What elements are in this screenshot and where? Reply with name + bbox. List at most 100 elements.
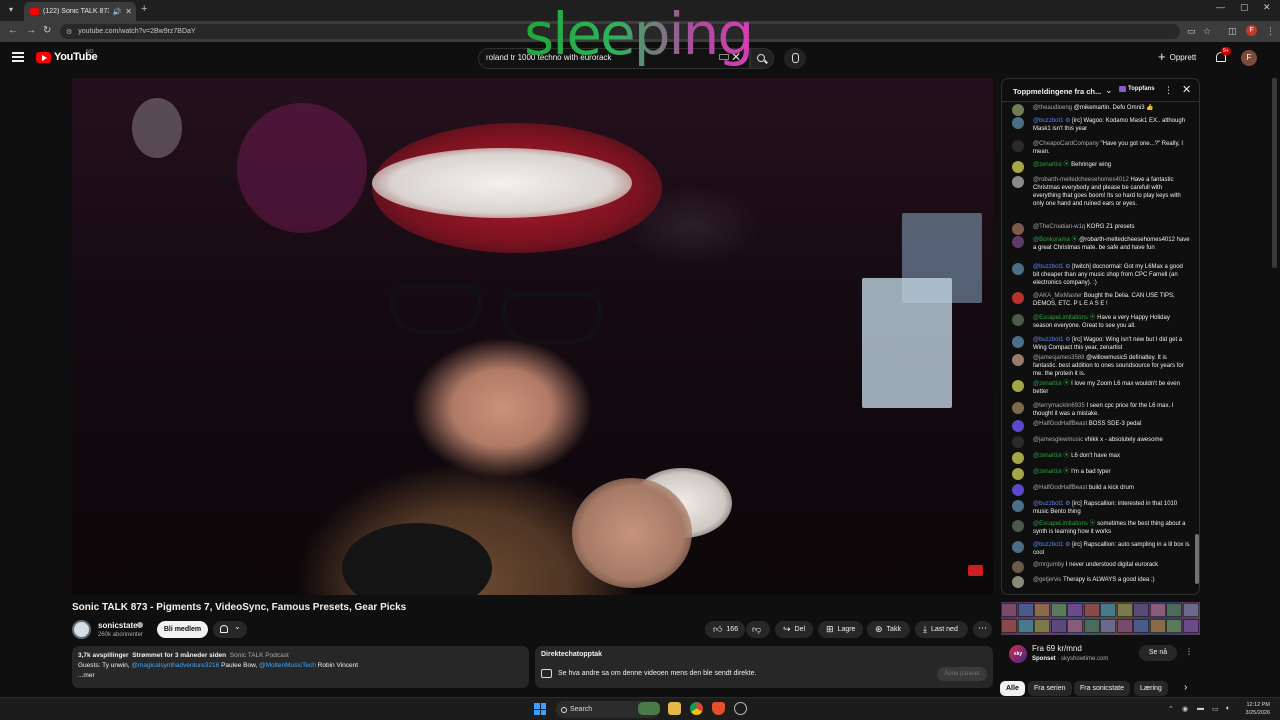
chat-author-avatar[interactable] [1012,541,1024,553]
join-button[interactable]: Bli medlem [157,621,208,638]
top-fan-thumbnail[interactable] [1116,603,1133,617]
chat-author-name[interactable]: @TheCroatian-w1q [1033,224,1085,230]
minimize-icon[interactable]: — [1216,2,1225,12]
extensions-icon[interactable]: ◫ [1228,26,1237,37]
chat-author-avatar[interactable] [1012,576,1024,588]
chat-author-name[interactable]: @jamesjames3588 [1033,355,1084,361]
chat-message[interactable]: @zenartist ⦿ L6 don't have max [1012,452,1190,464]
chrome-icon[interactable] [690,702,703,715]
chat-author-avatar[interactable] [1012,223,1024,235]
top-fan-thumbnail[interactable] [1083,619,1100,633]
description-box[interactable]: 3,7k avspillinger Strømmet for 3 måneder… [72,646,529,688]
chat-message[interactable]: @HalfGodHalfBeast build a kick drum [1012,484,1190,496]
download-button[interactable]: ⤓ Last ned [915,621,968,638]
chat-message[interactable]: @getjervis Therapy is ALWAYS a good idea… [1012,576,1190,588]
tray-chevron-icon[interactable]: ⌃ [1168,705,1174,713]
watch-now-button[interactable]: Se nå [1139,645,1177,661]
like-button[interactable]: 👍︎ 166 [705,621,745,638]
chat-message[interactable]: @zenartist ⦿ I love my Zoom L6 max would… [1012,380,1190,396]
chat-message[interactable]: @AKA_MixMaster Bought the Delia. CAN USE… [1012,292,1190,308]
top-fan-thumbnail[interactable] [1116,619,1133,633]
video-player[interactable] [72,78,993,595]
chat-author-avatar[interactable] [1012,176,1024,188]
chat-mode-selector[interactable]: Toppmeldingene fra ch... [1013,87,1101,96]
chip-learning[interactable]: Læring [1134,681,1168,696]
close-chat-icon[interactable]: ✕ [1182,83,1191,96]
chat-message[interactable]: @buzzbot1 ⚙ [twitch] docnormal: Got my L… [1012,263,1190,287]
close-tab-icon[interactable]: ✕ [125,7,132,16]
chat-message[interactable]: @zenartist ⦿ I'm a bad typer [1012,468,1190,480]
chat-author-avatar[interactable] [1012,236,1024,248]
top-fan-thumbnail[interactable] [1133,603,1149,617]
top-fan-thumbnail[interactable] [1182,603,1199,617]
top-fans-badge[interactable]: Toppfans [1119,86,1155,92]
chat-author-avatar[interactable] [1012,314,1024,326]
chat-author-name[interactable]: @HalfGodHalfBeast [1033,485,1087,491]
youtube-watermark-icon[interactable] [968,565,983,576]
network-icon[interactable]: ▭ [1212,705,1219,713]
chat-author-avatar[interactable] [1012,336,1024,348]
voice-search-button[interactable] [784,48,806,69]
chat-author-name[interactable]: @CheapoCardCompany [1033,141,1099,147]
chat-author-name[interactable]: @zenartist ⦿ [1033,453,1069,459]
top-fan-thumbnail[interactable] [1034,619,1050,633]
chat-message[interactable]: @buzzbot1 ⚙ [irc] Rapscallion: intereste… [1012,500,1190,516]
top-fan-thumbnail[interactable] [1050,619,1067,633]
chat-author-avatar[interactable] [1012,500,1024,512]
browser-tab[interactable]: (122) Sonic TALK 873 - Pigr 🔊 ✕ [24,2,136,21]
guest-link[interactable]: @MoltenMusicTech [259,662,316,669]
chat-author-name[interactable]: @terrymacklin6935 [1033,403,1085,409]
chat-author-avatar[interactable] [1012,452,1024,464]
chat-author-avatar[interactable] [1012,292,1024,304]
chat-message[interactable]: @theaudioeng @mikemartin. Defo Omni3 👍 [1012,104,1190,116]
chat-message[interactable]: @buzzbot1 ⚙ [irc] Wagoo: Wing isn't new … [1012,336,1190,352]
top-fan-thumbnail[interactable] [1001,603,1017,617]
chat-message[interactable]: @mrgumby I never understood digital euro… [1012,561,1190,573]
chat-author-name[interactable]: @zenartist ⦿ [1033,162,1069,168]
chat-author-avatar[interactable] [1012,380,1024,392]
chat-message[interactable]: @EscapeLimitations ⦿ sometimes the best … [1012,520,1190,536]
subscription-bell-button[interactable]: ⌄ [213,621,247,638]
chat-author-name[interactable]: @buzzbot1 ⚙ [1033,264,1071,270]
chat-author-name[interactable]: @theaudioeng [1033,105,1072,111]
ad-menu-icon[interactable]: ⋮ [1185,647,1193,656]
chat-author-name[interactable]: @robarth-meltedcheesehomes4012 [1033,177,1129,183]
chat-message[interactable]: @jamesglewmusic vhikk x - absolutely awe… [1012,436,1190,448]
more-actions-icon[interactable]: ⋯ [973,621,992,638]
top-fan-thumbnail[interactable] [1133,619,1149,633]
chip-all[interactable]: Alle [1000,681,1025,696]
account-avatar[interactable]: F [1241,50,1257,66]
volume-icon[interactable]: 🔈︎ [1226,705,1230,713]
cast-icon[interactable]: ▭ [1187,26,1196,37]
chat-message[interactable]: @EscapeLimitations ⦿ Have a very Happy H… [1012,314,1190,330]
top-fan-thumbnail[interactable] [1083,603,1100,617]
chat-author-avatar[interactable] [1012,354,1024,366]
chat-author-avatar[interactable] [1012,436,1024,448]
top-fans-strip[interactable] [1001,602,1200,635]
chat-author-name[interactable]: @Bonkorama ⦿ [1033,237,1077,243]
keyboard-icon[interactable] [719,54,729,60]
channel-name[interactable]: sonicstate [98,621,138,630]
chat-author-name[interactable]: @HalfGodHalfBeast [1033,421,1087,427]
chat-author-name[interactable]: @buzzbot1 ⚙ [1033,337,1071,343]
chat-menu-icon[interactable]: ⋮ [1164,85,1173,96]
windows-start-icon[interactable] [534,703,546,715]
chat-author-avatar[interactable] [1012,263,1024,275]
new-tab-button[interactable]: + [141,3,147,15]
chat-author-name[interactable]: @getjervis [1033,577,1061,583]
tray-app-icon[interactable]: ▬ [1197,705,1204,712]
chat-author-name[interactable]: @buzzbot1 ⚙ [1033,542,1071,548]
app-icon[interactable] [734,702,747,715]
chat-author-name[interactable]: @zenartist ⦿ [1033,469,1069,475]
chat-author-name[interactable]: @zenartist ⦿ [1033,381,1069,387]
brave-icon[interactable] [712,702,725,715]
top-fan-thumbnail[interactable] [1100,603,1116,617]
chat-scrollbar[interactable] [1195,104,1199,594]
top-fan-thumbnail[interactable] [1149,619,1166,633]
chat-author-avatar[interactable] [1012,484,1024,496]
clear-search-icon[interactable]: ✕ [731,50,741,64]
reload-icon[interactable]: ↻ [43,25,51,36]
top-fan-thumbnail[interactable] [1017,619,1034,633]
create-button[interactable]: + Opprett [1158,50,1196,63]
site-info-icon[interactable]: ⚙ [66,28,72,36]
